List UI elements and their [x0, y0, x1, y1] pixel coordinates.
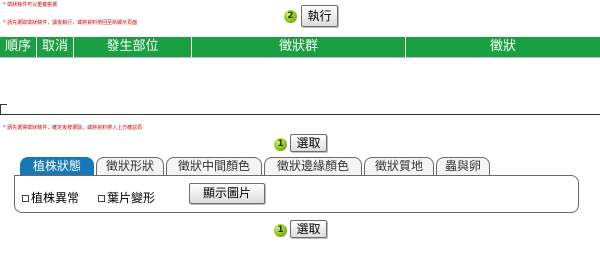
col-header-location: 發生部位: [74, 37, 192, 57]
step-1-badge-icon-bottom: 1: [274, 224, 287, 237]
select-button-bottom[interactable]: 選取: [290, 220, 327, 238]
checkbox-leaf-deformation[interactable]: [98, 195, 105, 202]
tab-insects-eggs[interactable]: 蟲與卵: [436, 157, 490, 175]
section-separator: [0, 114, 600, 115]
tab-symptom-shape[interactable]: 徵狀形狀: [96, 157, 164, 175]
tab-symptom-center-color[interactable]: 徵狀中間顏色: [166, 157, 262, 175]
execute-button[interactable]: 執行: [301, 5, 338, 27]
options-panel: [14, 175, 579, 213]
col-header-order: 順序: [0, 37, 37, 57]
tab-plant-condition[interactable]: 植株狀態: [20, 157, 94, 175]
results-body-divider: [0, 57, 600, 58]
step-2-badge-icon: 2: [284, 10, 297, 23]
note-multi-select: * 徵狀條件可以重複挑選: [3, 2, 58, 8]
tab-symptom-texture[interactable]: 徵狀質地: [364, 157, 434, 175]
col-header-symptom-group: 徵狀群: [192, 37, 406, 57]
note-select-instruction: * 請先選擇徵狀條件，確定後按選取，或將資料帶入上方確認頁: [3, 125, 143, 131]
select-button-top[interactable]: 選取: [290, 134, 327, 152]
option-label-leaf-deformation: 葉片變形: [107, 191, 156, 205]
tab-symptom-edge-color[interactable]: 徵狀邊緣顏色: [264, 157, 362, 175]
option-label-plant-abnormal: 植株異常: [31, 191, 80, 205]
results-frame-corner: [0, 104, 7, 114]
step-1-badge-icon: 1: [274, 138, 287, 151]
show-image-button[interactable]: 顯示圖片: [189, 183, 265, 204]
checkbox-plant-abnormal[interactable]: [22, 195, 29, 202]
col-header-cancel: 取消: [37, 37, 74, 57]
note-execute-instruction: * 請先選取徵狀條件，讓後執行，或將資料帶回至新顯示頁面: [3, 20, 138, 26]
col-header-symptom: 徵狀: [406, 37, 600, 57]
